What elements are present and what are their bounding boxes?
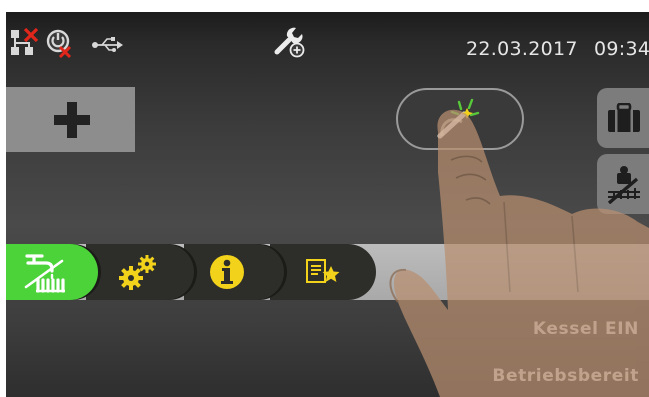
- operating-state-label: Betriebsbereit: [492, 366, 639, 386]
- hot-water-radiator-icon: [24, 254, 65, 293]
- service-wrench-icon[interactable]: [273, 26, 305, 58]
- date-label: 22.03.2017: [466, 38, 578, 60]
- plus-icon: [54, 102, 90, 138]
- time-label: 09:34: [594, 38, 649, 60]
- chimney-sweep-button[interactable]: [597, 154, 649, 214]
- magic-wand-icon: [437, 98, 480, 139]
- briefcase-button[interactable]: [597, 88, 649, 148]
- info-icon: [210, 255, 244, 289]
- tab-info[interactable]: [184, 244, 284, 300]
- usb-icon: [92, 37, 123, 52]
- tab-favorites[interactable]: [270, 244, 376, 300]
- network-disconnected-icon: [11, 28, 39, 55]
- tab-settings[interactable]: [86, 244, 194, 300]
- touchscreen: 22.03.2017 09:34 Kessel EIN Betriebsbere…: [6, 12, 649, 397]
- add-button[interactable]: [6, 87, 135, 152]
- boiler-status-label: Kessel EIN: [532, 319, 639, 339]
- power-standby-icon: [46, 29, 72, 58]
- tab-hot-water-heating[interactable]: [6, 244, 98, 300]
- chimney-sweep-icon: [607, 166, 640, 204]
- settings-gears-icon: [119, 255, 156, 290]
- status-bar: 22.03.2017 09:34: [6, 12, 649, 64]
- briefcase-icon: [608, 103, 640, 132]
- wizard-button[interactable]: [396, 88, 524, 150]
- favorites-list-icon: [306, 259, 340, 283]
